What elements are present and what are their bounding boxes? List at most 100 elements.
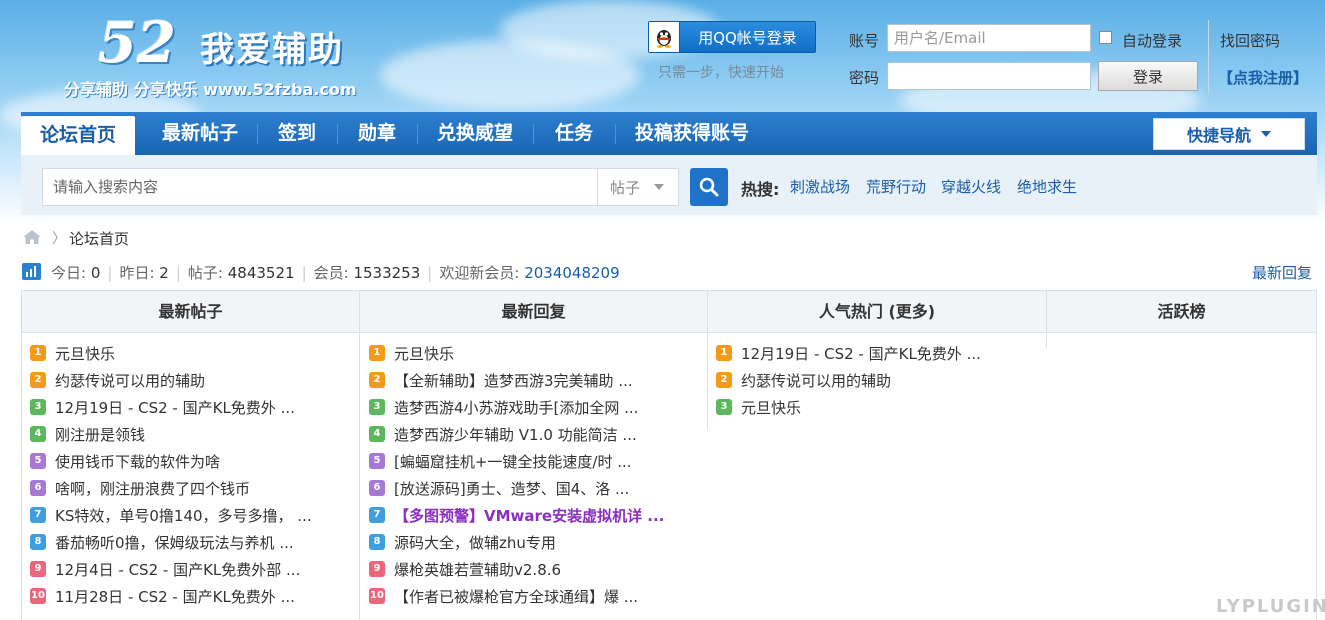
post-title: 【作者已被爆枪官方全球通缉】爆 ... — [394, 588, 639, 606]
rank-badge-icon: 8 — [369, 533, 385, 550]
home-icon[interactable] — [22, 229, 42, 249]
rank-badge-icon: 10 — [369, 587, 385, 604]
post-title: 元旦快乐 — [394, 345, 455, 363]
post-title: 造梦西游4小苏游戏助手[添加全网 ... — [394, 399, 639, 417]
search-type-select[interactable]: 帖子 — [597, 168, 679, 206]
rank-badge-icon: 9 — [369, 560, 385, 577]
login-divider — [1208, 20, 1209, 94]
account-label: 账号 — [849, 32, 880, 50]
rank-badge-icon: 3 — [716, 398, 732, 415]
nav-item-submit[interactable]: 投稿获得账号 — [617, 112, 767, 155]
newest-member-link[interactable]: 2034048209 — [524, 264, 619, 282]
breadcrumb-current[interactable]: 论坛首页 — [69, 228, 129, 249]
forgot-password-link[interactable]: 找回密码 — [1220, 30, 1280, 51]
list-item[interactable]: 6 [放送源码]勇士、造梦、国4、洛 ... — [369, 476, 629, 503]
column-header-latest-posts[interactable]: 最新帖子 — [22, 291, 359, 333]
search-input[interactable] — [42, 168, 598, 206]
nav-item-exchange[interactable]: 兑换威望 — [419, 112, 531, 155]
rank-badge-icon: 3 — [369, 398, 385, 415]
list-item[interactable]: 3 造梦西游4小苏游戏助手[添加全网 ... — [369, 395, 638, 422]
list-item[interactable]: 3 元旦快乐 — [716, 395, 801, 422]
qq-penguin-icon — [649, 22, 680, 52]
rank-badge-icon: 8 — [30, 533, 46, 550]
qq-login-button[interactable]: 用QQ帐号登录 — [648, 21, 816, 53]
list-item[interactable]: 2 约瑟传说可以用的辅助 — [716, 368, 891, 395]
hot-search-label: 热搜: — [741, 180, 780, 199]
latest-reply-link[interactable]: 最新回复 — [1252, 262, 1312, 283]
rank-badge-icon: 5 — [369, 452, 385, 469]
list-item[interactable]: 7 【多图预警】VMware安装虚拟机详 ... — [369, 503, 664, 530]
nav-item-latest-posts[interactable]: 最新帖子 — [145, 112, 255, 155]
logo-name: 我爱辅助 — [200, 30, 344, 70]
list-item[interactable]: 8 源码大全，做辅zhu专用 — [369, 530, 556, 557]
auto-login-checkbox[interactable] — [1099, 31, 1112, 44]
quick-nav-label: 快捷导航 — [1186, 126, 1251, 145]
list-item[interactable]: 3 12月19日 - CS2 - 国产KL免费外 ... — [30, 395, 295, 422]
nav-item-checkin[interactable]: 签到 — [259, 112, 335, 155]
list-item[interactable]: 1 12月19日 - CS2 - 国产KL免费外 ... — [716, 341, 981, 368]
rank-badge-icon: 1 — [716, 344, 732, 361]
yesterday-count: 2 — [159, 264, 169, 282]
rank-badge-icon: 10 — [30, 587, 46, 604]
members-count: 1533253 — [353, 264, 421, 282]
hot-search-link[interactable]: 荒野行动 — [866, 176, 926, 197]
hot-search-link[interactable]: 穿越火线 — [941, 176, 1001, 197]
list-item[interactable]: 2 约瑟传说可以用的辅助 — [30, 368, 205, 395]
posts-label: 帖子: — [187, 264, 223, 282]
list-item[interactable]: 10 11月28日 - CS2 - 国产KL免费外 ... — [30, 584, 295, 611]
login-button[interactable]: 登录 — [1098, 61, 1198, 91]
auto-login-label: 自动登录 — [1122, 32, 1183, 50]
post-title: 元旦快乐 — [55, 345, 116, 363]
site-logo[interactable]: 52 我爱辅助 分享辅助 分享快乐 www.52fzba.com — [60, 10, 390, 100]
nav-item-tasks[interactable]: 任务 — [535, 112, 613, 155]
list-item[interactable]: 9 12月4日 - CS2 - 国产KL免费外部 ... — [30, 557, 300, 584]
search-type-value: 帖子 — [610, 178, 641, 197]
list-item[interactable]: 4 刚注册是领钱 — [30, 422, 145, 449]
account-input[interactable] — [887, 24, 1091, 52]
list-item[interactable]: 10 【作者已被爆枪官方全球通缉】爆 ... — [369, 584, 638, 611]
rank-badge-icon: 4 — [369, 425, 385, 442]
list-item[interactable]: 6 啥啊，刚注册浪费了四个钱币 — [30, 476, 250, 503]
list-item[interactable]: 1 元旦快乐 — [369, 341, 454, 368]
rank-badge-icon: 7 — [30, 506, 46, 523]
post-title: 【全新辅助】造梦西游3完美辅助 ... — [394, 372, 633, 390]
search-button[interactable] — [690, 168, 728, 206]
password-input[interactable] — [887, 62, 1091, 90]
register-link[interactable]: 【点我注册】 — [1218, 67, 1308, 88]
post-title: 使用钱币下载的软件为啥 — [55, 453, 221, 471]
hot-search-link[interactable]: 刺激战场 — [790, 176, 850, 197]
rank-badge-icon: 1 — [369, 344, 385, 361]
column-header-latest-replies[interactable]: 最新回复 — [360, 291, 707, 333]
post-title: 番茄畅听0撸，保姆级玩法与养机 ... — [55, 534, 294, 552]
list-item[interactable]: 8 番茄畅听0撸，保姆级玩法与养机 ... — [30, 530, 294, 557]
list-item[interactable]: 9 爆枪英雄若萱辅助v2.8.6 — [369, 557, 561, 584]
logo-slogan: 分享辅助 分享快乐 www.52fzba.com — [64, 80, 357, 99]
nav-item-medals[interactable]: 勋章 — [339, 112, 415, 155]
rank-badge-icon: 1 — [30, 344, 46, 361]
post-title: 【多图预警】VMware安装虚拟机详 ... — [394, 507, 665, 525]
password-label: 密码 — [849, 69, 880, 87]
column-header-popular[interactable]: 人气热门 (更多) — [708, 291, 1046, 333]
post-title: 约瑟传说可以用的辅助 — [741, 372, 892, 390]
post-title: 12月19日 - CS2 - 国产KL免费外 ... — [741, 345, 981, 363]
posts-count: 4843521 — [227, 264, 295, 282]
watermark: LYPLUGIN — [1216, 596, 1325, 617]
rank-badge-icon: 6 — [369, 479, 385, 496]
rank-badge-icon: 9 — [30, 560, 46, 577]
post-title: 爆枪英雄若萱辅助v2.8.6 — [394, 561, 562, 579]
column-header-active[interactable]: 活跃榜 — [1047, 291, 1316, 333]
post-title: 12月4日 - CS2 - 国产KL免费外部 ... — [55, 561, 301, 579]
list-item[interactable]: 7 KS特效，单号0撸140，多号多撸， ... — [30, 503, 312, 530]
post-title: 12月19日 - CS2 - 国产KL免费外 ... — [55, 399, 295, 417]
list-item[interactable]: 1 元旦快乐 — [30, 341, 115, 368]
list-item[interactable]: 4 造梦西游少年辅助 V1.0 功能简洁 ... — [369, 422, 637, 449]
nav-item-forum-home[interactable]: 论坛首页 — [21, 116, 135, 155]
list-item[interactable]: 5 使用钱币下载的软件为啥 — [30, 449, 220, 476]
list-item[interactable]: 5 [蝙蝠窟挂机+一键全技能速度/时 ... — [369, 449, 632, 476]
quick-nav-button[interactable]: 快捷导航 — [1153, 118, 1305, 150]
list-item[interactable]: 2 【全新辅助】造梦西游3完美辅助 ... — [369, 368, 633, 395]
nav-separator — [533, 124, 534, 144]
logo-number: 52 — [98, 10, 176, 76]
hot-search-link[interactable]: 绝地求生 — [1017, 176, 1077, 197]
yesterday-label: 昨日: — [119, 264, 155, 282]
